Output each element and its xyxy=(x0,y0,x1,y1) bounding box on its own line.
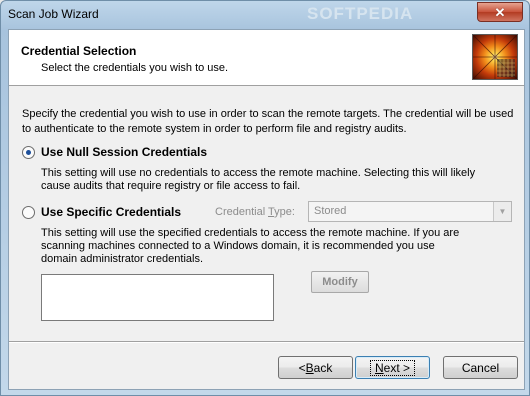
instructions-text: Specify the credential you wish to use i… xyxy=(22,108,514,135)
watermark: SOFTPEDIA xyxy=(307,4,414,23)
credential-details-box[interactable] xyxy=(41,274,274,321)
chevron-down-icon[interactable]: ▼ xyxy=(493,202,511,221)
scan-target-icon xyxy=(472,34,518,80)
page-subtitle: Select the credentials you wish to use. xyxy=(41,62,229,74)
next-button-rest: ext > xyxy=(383,360,411,375)
next-button-mnemonic: N xyxy=(374,360,384,375)
page-title: Credential Selection xyxy=(21,44,137,58)
specific-credentials-radio[interactable] xyxy=(22,205,35,219)
back-button[interactable]: < Back xyxy=(278,356,353,379)
specific-credentials-label[interactable]: Use Specific Credentials xyxy=(41,205,181,219)
null-session-radio[interactable] xyxy=(22,145,35,159)
back-button-prefix: < xyxy=(298,360,306,375)
specific-credentials-help: This setting will use the specified cred… xyxy=(41,227,460,265)
back-button-mnemonic: B xyxy=(305,360,314,375)
title-bar[interactable]: Scan Job Wizard SOFTPEDIA ✕ xyxy=(1,1,529,29)
wizard-header: Credential Selection Select the credenti… xyxy=(9,30,524,86)
next-button[interactable]: Next > xyxy=(355,356,430,379)
credential-type-label-text: Credential xyxy=(215,206,268,218)
next-button-focus: Next > xyxy=(369,359,416,376)
cancel-button[interactable]: Cancel xyxy=(443,356,518,379)
null-session-label[interactable]: Use Null Session Credentials xyxy=(41,145,207,159)
specific-credentials-option[interactable]: Use Specific Credentials xyxy=(22,205,181,219)
back-button-rest: ack xyxy=(313,360,333,375)
window-title: Scan Job Wizard xyxy=(8,7,99,21)
modify-button[interactable]: Modify xyxy=(311,271,369,293)
footer-divider xyxy=(9,341,524,343)
null-session-help: This setting will use no credentials to … xyxy=(41,167,476,192)
null-session-option[interactable]: Use Null Session Credentials xyxy=(22,145,207,159)
credential-type-select[interactable]: Stored ▼ xyxy=(308,201,512,222)
credential-type-label: Credential Type: xyxy=(215,206,295,218)
credential-type-value: Stored xyxy=(314,205,347,217)
wizard-window: Scan Job Wizard SOFTPEDIA ✕ Credential S… xyxy=(0,0,530,396)
close-icon: ✕ xyxy=(494,4,506,20)
close-button[interactable]: ✕ xyxy=(477,2,523,22)
wizard-client-area: Credential Selection Select the credenti… xyxy=(8,29,525,390)
credential-type-label-rest: ype: xyxy=(274,206,295,218)
